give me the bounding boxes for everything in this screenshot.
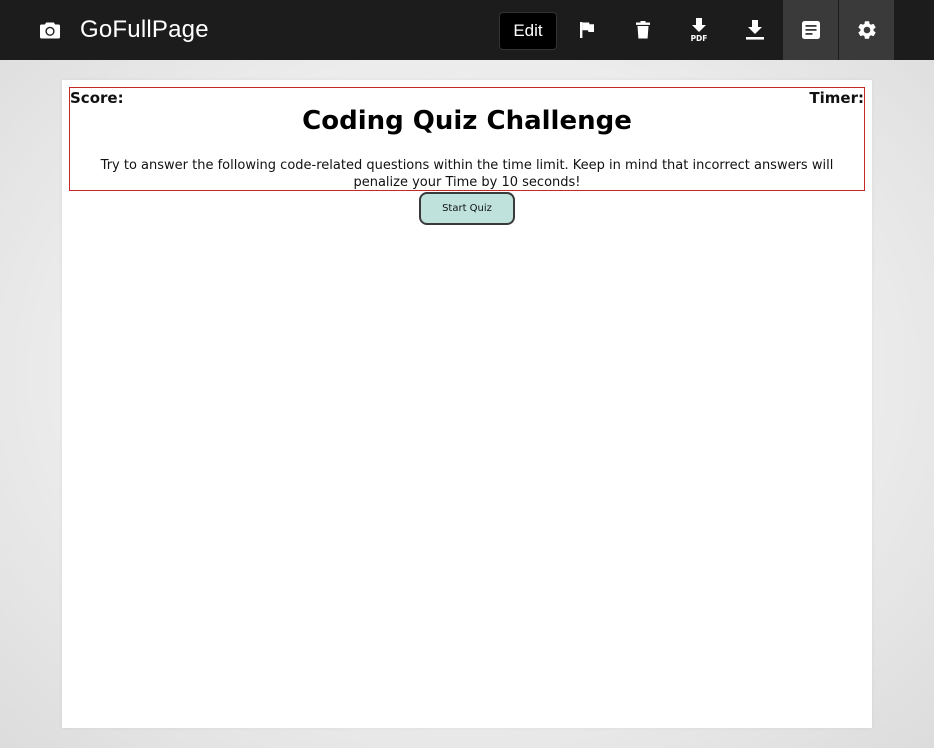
document-button[interactable] [783,0,838,60]
extension-toolbar: GoFullPage Edit PDF [0,0,934,60]
document-icon [801,20,821,40]
pdf-badge-label: PDF [690,34,707,43]
download-pdf-icon: PDF [688,17,710,43]
quiz-instructions: Try to answer the following code-related… [100,158,834,190]
start-quiz-button[interactable]: Start Quiz [419,192,515,225]
download-pdf-button[interactable]: PDF [671,0,726,60]
page-title: Coding Quiz Challenge [302,106,632,136]
score-label: Score: [70,89,124,107]
trash-icon [634,20,652,40]
download-button[interactable] [727,0,782,60]
camera-icon [38,18,62,42]
quiz-header: Score: Timer: Coding Quiz Challenge Try … [69,87,865,191]
captured-page: Score: Timer: Coding Quiz Challenge Try … [62,80,872,728]
app-title: GoFullPage [80,16,209,43]
edit-button[interactable]: Edit [499,12,557,50]
delete-button[interactable] [615,0,670,60]
download-icon [744,19,766,41]
timer-label: Timer: [809,89,864,107]
gear-icon [856,19,878,41]
flag-button[interactable] [559,0,614,60]
flag-icon [578,20,596,40]
settings-button[interactable] [839,0,894,60]
